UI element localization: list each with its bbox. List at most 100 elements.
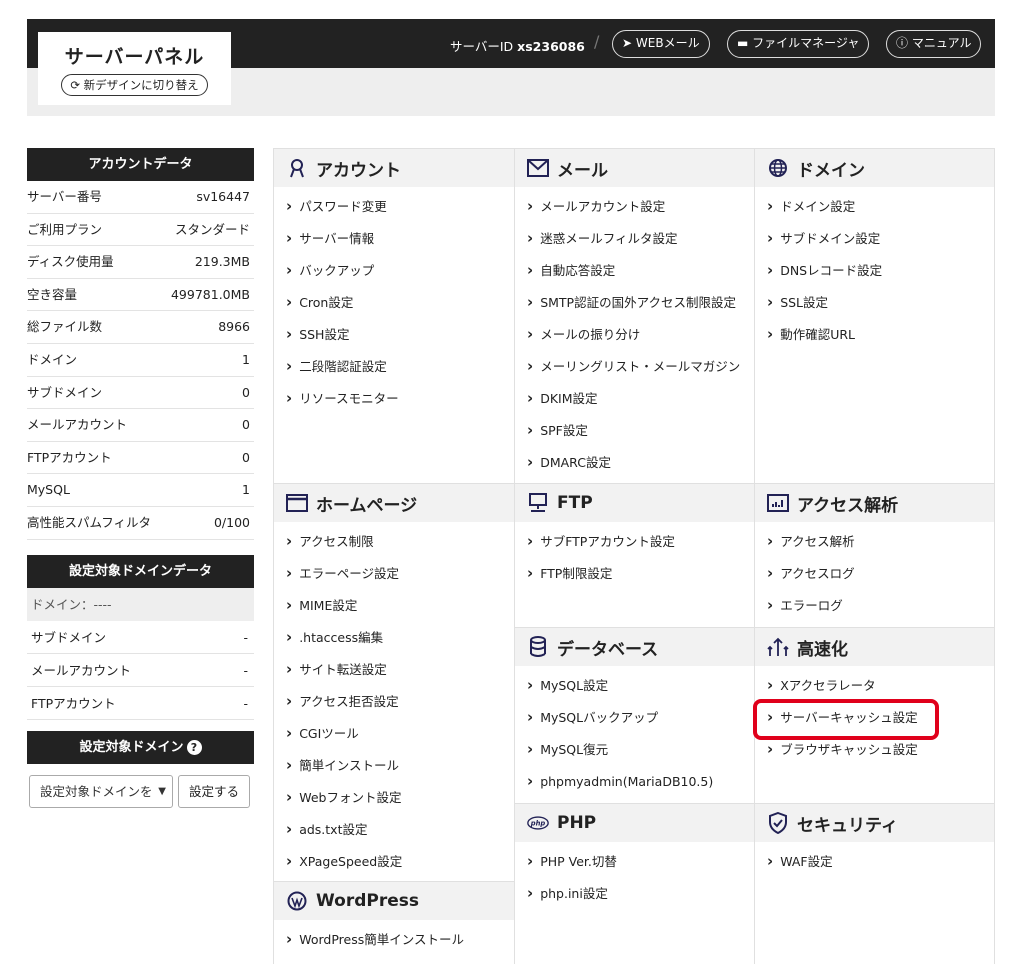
account-row: FTPアカウント 0 <box>27 442 254 475</box>
section-php: php PHP PHP Ver.切替php.ini設定 <box>515 803 754 912</box>
menu-grid: アカウントパスワード変更サーバー情報バックアップCron設定SSH設定二段階認証… <box>273 148 995 964</box>
account-row-label: 総ファイル数 <box>27 319 103 335</box>
menu-link[interactable]: FTP制限設定 <box>515 560 754 592</box>
apply-domain-button[interactable]: 設定する <box>178 775 250 808</box>
menu-link[interactable]: リソースモニター <box>274 385 514 417</box>
domain-data-label: サブドメイン <box>27 621 144 653</box>
menu-link[interactable]: 簡単インストール <box>274 752 514 784</box>
account-row-value: 0 <box>242 384 250 400</box>
menu-link[interactable]: メールアカウント設定 <box>515 193 754 225</box>
menu-link[interactable]: 迷惑メールフィルタ設定 <box>515 225 754 257</box>
section-security: セキュリティ WAF設定 <box>755 803 994 880</box>
menu-link[interactable]: SMTP認証の国外アクセス制限設定 <box>515 289 754 321</box>
menu-link[interactable]: MySQL設定 <box>515 672 754 704</box>
section-title-text: アカウント <box>316 160 401 181</box>
menu-link[interactable]: php.ini設定 <box>515 880 754 912</box>
section-account: アカウントパスワード変更サーバー情報バックアップCron設定SSH設定二段階認証… <box>274 148 514 417</box>
section-title-text: アクセス解析 <box>797 495 899 516</box>
section-database: データベース MySQL設定MySQLバックアップMySQL復元phpmyadmi… <box>515 627 754 800</box>
menu-link[interactable]: パスワード変更 <box>274 193 514 225</box>
target-domain-title: 設定対象ドメイン? <box>27 731 254 764</box>
menu-link[interactable]: メーリングリスト・メールマガジン <box>515 353 754 385</box>
section-wordpress: WordPress WordPress簡単インストール <box>274 881 514 958</box>
account-row-value: 8966 <box>218 319 250 335</box>
menu-link[interactable]: アクセスログ <box>755 560 994 592</box>
section-title-text: メール <box>557 160 608 181</box>
section-title-text: ドメイン <box>797 160 865 181</box>
section-title-domain: ドメイン <box>755 148 994 187</box>
mail-icon <box>527 157 549 179</box>
menu-link[interactable]: サイト転送設定 <box>274 656 514 688</box>
menu-link[interactable]: SSL設定 <box>755 289 994 321</box>
menu-link[interactable]: DMARC設定 <box>515 449 754 481</box>
domain-data-table: ドメイン：---- サブドメイン - メールアカウント - FTPアカウント - <box>27 588 254 720</box>
menu-link[interactable]: エラーログ <box>755 592 994 624</box>
menu-link[interactable]: エラーページ設定 <box>274 560 514 592</box>
menu-link[interactable]: WordPress簡単インストール <box>274 926 514 958</box>
account-row-value: sv16447 <box>196 189 250 204</box>
domain-data-row: サブドメイン - <box>27 621 254 654</box>
menu-link[interactable]: Webフォント設定 <box>274 784 514 816</box>
menu-link[interactable]: サブドメイン設定 <box>755 225 994 257</box>
menu-link[interactable]: メールの振り分け <box>515 321 754 353</box>
menu-link[interactable]: .htaccess編集 <box>274 624 514 656</box>
menu-link[interactable]: ドメイン設定 <box>755 193 994 225</box>
menu-link[interactable]: ブラウザキャッシュ設定 <box>755 736 994 768</box>
menu-link[interactable]: MySQL復元 <box>515 736 754 768</box>
menu-link[interactable]: Cron設定 <box>274 289 514 321</box>
account-data-table: サーバー番号 sv16447 ご利用プラン スタンダード ディスク使用量 219.3MB 空… <box>27 181 254 540</box>
menu-link[interactable]: MIME設定 <box>274 592 514 624</box>
section-title-wordpress: WordPress <box>274 881 514 920</box>
browser-window-icon <box>286 492 308 514</box>
section-analytics: アクセス解析アクセス解析アクセスログエラーログ <box>755 483 994 624</box>
menu-link[interactable]: 二段階認証設定 <box>274 353 514 385</box>
menu-link[interactable]: 動作確認URL <box>755 321 994 353</box>
account-row-value: 499781.0MB <box>170 286 250 302</box>
domain-data-value: - <box>243 696 248 711</box>
domain-data-row: FTPアカウント - <box>27 687 254 720</box>
domain-select[interactable]: 設定対象ドメインを ▼ <box>29 775 173 808</box>
menu-link[interactable]: サブFTPアカウント設定 <box>515 528 754 560</box>
help-icon[interactable]: ? <box>186 740 202 755</box>
menu-link[interactable]: MySQLバックアップ <box>515 704 754 736</box>
menu-link[interactable]: phpmyadmin(MariaDB10.5) <box>515 768 754 800</box>
section-title-text: PHP <box>557 813 597 833</box>
menu-link[interactable]: PHP Ver.切替 <box>515 848 754 880</box>
account-row: ディスク使用量 219.3MB <box>27 246 254 279</box>
file-manager-button[interactable]: ▬ ファイルマネージャ <box>727 30 870 58</box>
menu-link[interactable]: アクセス解析 <box>755 528 994 560</box>
logo-title: サーバーパネル <box>64 46 205 68</box>
section-title-text: データベース <box>557 639 659 660</box>
shield-check-icon <box>767 812 789 834</box>
menu-link[interactable]: XPageSpeed設定 <box>274 848 514 880</box>
account-row-value: 219.3MB <box>194 254 250 270</box>
menu-link[interactable]: DNSレコード設定 <box>755 257 994 289</box>
account-row-value: 0 <box>242 417 250 433</box>
menu-link[interactable]: SPF設定 <box>515 417 754 449</box>
webmail-button[interactable]: ➤ WEBメール <box>612 30 710 58</box>
section-title-analytics: アクセス解析 <box>755 483 994 522</box>
account-row-value: 0 <box>242 449 250 465</box>
speed-arrows-icon <box>767 636 789 658</box>
menu-link[interactable]: サーバー情報 <box>274 225 514 257</box>
menu-link[interactable]: DKIM設定 <box>515 385 754 417</box>
domain-data-label: メールアカウント <box>27 654 144 686</box>
menu-link[interactable]: ads.txt設定 <box>274 816 514 848</box>
domain-row: ドメイン：---- <box>27 588 254 621</box>
domain-data-value: - <box>243 630 248 645</box>
account-row-label: 空き容量 <box>27 286 78 302</box>
menu-link[interactable]: アクセス拒否設定 <box>274 688 514 720</box>
menu-link[interactable]: CGIツール <box>274 720 514 752</box>
account-row: 総ファイル数 8966 <box>27 311 254 344</box>
menu-link[interactable]: WAF設定 <box>755 848 994 880</box>
redesign-button[interactable]: ⟳ 新デザインに切り替え <box>61 74 208 96</box>
menu-link[interactable]: バックアップ <box>274 257 514 289</box>
section-title-text: WordPress <box>316 891 419 911</box>
highlight-box <box>753 699 939 740</box>
menu-link[interactable]: SSH設定 <box>274 321 514 353</box>
menu-link[interactable]: アクセス制限 <box>274 528 514 560</box>
manual-button[interactable]: ⓘ マニュアル <box>886 30 982 58</box>
menu-link[interactable]: 自動応答設定 <box>515 257 754 289</box>
globe-icon <box>767 157 789 179</box>
bar-chart-icon <box>767 492 789 514</box>
